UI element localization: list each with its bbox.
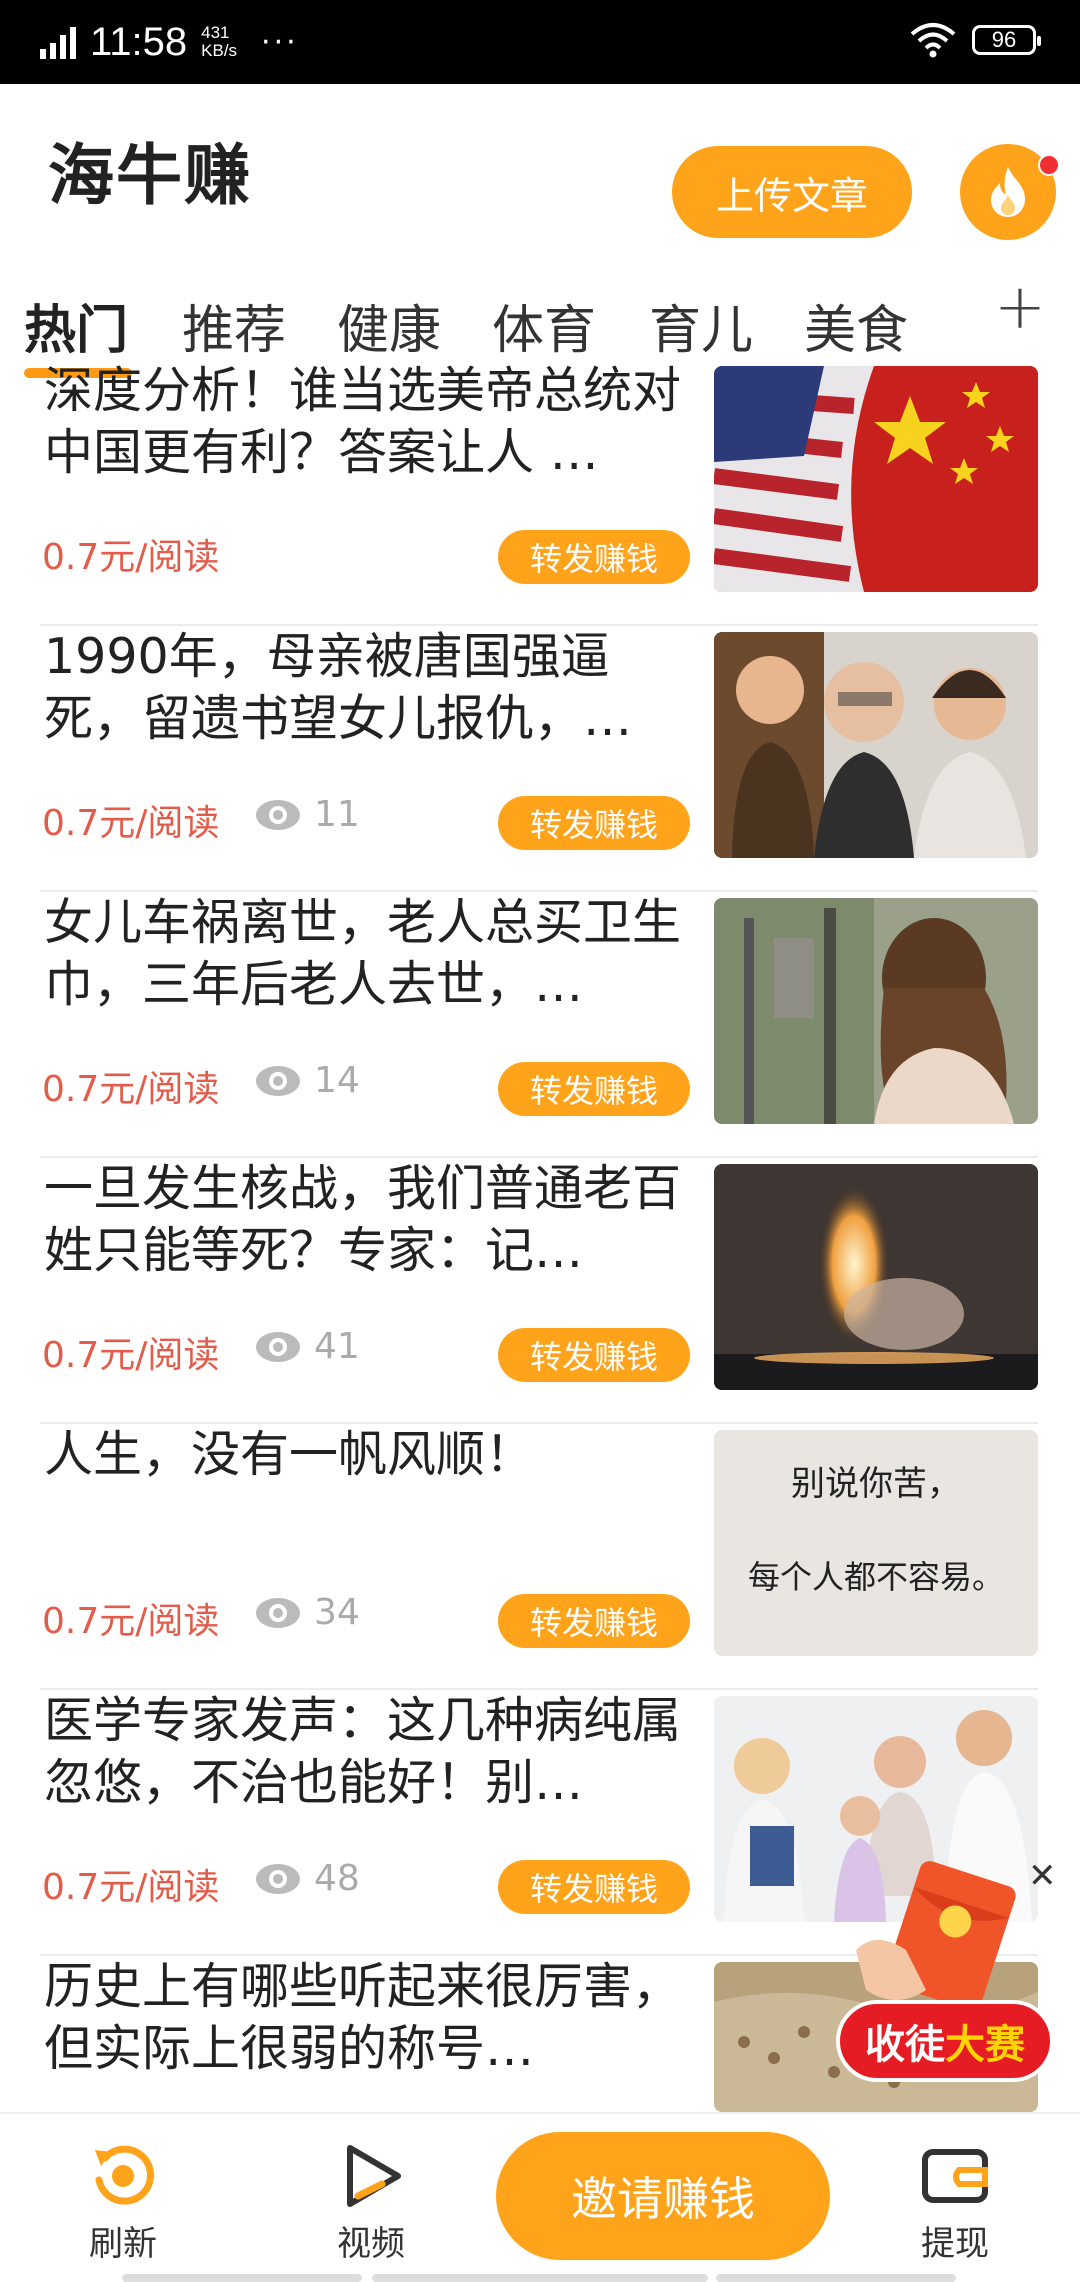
article-item[interactable]: 深度分析！谁当选美帝总统对中国更有利？答案让人 … 0.7元/阅读 转发赚钱: [40, 360, 1038, 626]
article-title[interactable]: 女儿车祸离世，老人总买卫生巾，三年后老人去世，…: [44, 892, 694, 1016]
wallet-icon: [922, 2149, 988, 2203]
nav-withdraw-label: 提现: [921, 2224, 989, 2264]
eye-icon: [256, 799, 300, 830]
share-earn-button[interactable]: 转发赚钱: [498, 1328, 690, 1382]
bottom-nav: 刷新 视频 邀请赚钱 提现: [0, 2112, 1080, 2282]
view-count-value: 14: [314, 1060, 360, 1101]
share-earn-button[interactable]: 转发赚钱: [498, 1860, 690, 1914]
view-count: 48: [254, 1858, 360, 1899]
article-thumbnail[interactable]: [714, 898, 1038, 1124]
article-thumbnail[interactable]: [714, 632, 1038, 858]
article-title[interactable]: 1990年，母亲被唐国强逼死，留遗书望女儿报仇，…: [44, 626, 694, 750]
view-count: 34: [254, 1592, 360, 1633]
tab-recommend[interactable]: 推荐: [182, 288, 286, 363]
share-earn-button[interactable]: 转发赚钱: [498, 796, 690, 850]
eye-icon: [256, 1331, 300, 1362]
calligraphy-line-2: 每个人都不容易。: [747, 1558, 1004, 1596]
view-count-value: 34: [314, 1592, 360, 1633]
promo-label-b: 大赛: [945, 2022, 1025, 2068]
eye-icon: [256, 1863, 300, 1894]
wifi-icon: [910, 23, 956, 58]
view-count: 41: [254, 1326, 360, 1367]
category-tabs: 热门 推荐 健康 体育 育儿 美食 +: [0, 234, 1080, 378]
status-bar: 11:58 431 KB/s ··· 96: [0, 0, 1080, 84]
article-price: 0.7元/阅读: [42, 1601, 220, 1642]
article-price: 0.7元/阅读: [42, 537, 220, 578]
promo-badge[interactable]: 收徒 大赛: [836, 2000, 1054, 2082]
article-item[interactable]: 1990年，母亲被唐国强逼死，留遗书望女儿报仇，… 0.7元/阅读 11 转发赚…: [40, 626, 1038, 892]
article-thumbnail[interactable]: [714, 1164, 1038, 1390]
refresh-icon: [95, 2145, 155, 2205]
article-item[interactable]: 女儿车祸离世，老人总买卫生巾，三年后老人去世，… 0.7元/阅读 14 转发赚钱: [40, 892, 1038, 1158]
notification-dot: [1038, 154, 1060, 176]
article-item[interactable]: 一旦发生核战，我们普通老百姓只能等死？专家：记… 0.7元/阅读 41 转发赚钱: [40, 1158, 1038, 1424]
tab-health[interactable]: 健康: [337, 288, 441, 363]
invite-earn-button[interactable]: 邀请赚钱: [496, 2132, 830, 2260]
tab-hot[interactable]: 热门: [24, 288, 128, 363]
article-price: 0.7元/阅读: [42, 803, 220, 844]
article-title[interactable]: 一旦发生核战，我们普通老百姓只能等死？专家：记…: [44, 1158, 694, 1282]
speed-value: 431: [201, 23, 230, 42]
speed-unit: KB/s: [201, 41, 238, 60]
article-title[interactable]: 深度分析！谁当选美帝总统对中国更有利？答案让人 …: [44, 360, 694, 484]
view-count: 11: [254, 794, 360, 835]
share-earn-button[interactable]: 转发赚钱: [498, 1594, 690, 1648]
app-header: 海牛赚 上传文章: [0, 84, 1080, 240]
view-count-value: 11: [314, 794, 360, 835]
tab-sports[interactable]: 体育: [492, 288, 596, 363]
battery-level: 96: [991, 27, 1017, 52]
view-count-value: 41: [314, 1326, 360, 1367]
article-thumbnail[interactable]: [714, 366, 1038, 592]
nav-refresh-label: 刷新: [89, 2224, 157, 2264]
promo-label-a: 收徒: [865, 2022, 945, 2068]
article-title[interactable]: 历史上有哪些听起来很厉害，但实际上很弱的称号…: [44, 1956, 694, 2080]
eye-icon: [256, 1597, 300, 1628]
article-price: 0.7元/阅读: [42, 1867, 220, 1908]
article-price: 0.7元/阅读: [42, 1069, 220, 1110]
view-count-value: 48: [314, 1858, 360, 1899]
nav-gesture-bar: [372, 2274, 708, 2282]
battery-icon: 96: [972, 25, 1041, 55]
article-thumbnail[interactable]: 别说你苦， 每个人都不容易。: [714, 1430, 1038, 1656]
app-title: 海牛赚: [48, 137, 252, 214]
nav-withdraw[interactable]: 提现: [890, 2136, 1020, 2265]
calligraphy-line-1: 别说你苦，: [791, 1464, 961, 1504]
eye-icon: [256, 1065, 300, 1096]
nav-refresh[interactable]: 刷新: [58, 2136, 188, 2265]
article-price: 0.7元/阅读: [42, 1335, 220, 1376]
nav-video-label: 视频: [337, 2224, 405, 2264]
signal-icon: [40, 25, 76, 59]
more-dots-icon: ···: [261, 24, 299, 60]
article-title[interactable]: 医学专家发声：这几种病纯属忽悠，不治也能好！别…: [44, 1690, 694, 1814]
tab-parenting[interactable]: 育儿: [649, 288, 753, 363]
add-tab-button[interactable]: +: [994, 270, 1046, 343]
tab-food[interactable]: 美食: [804, 288, 908, 363]
nav-gesture-bar: [122, 2274, 362, 2282]
share-earn-button[interactable]: 转发赚钱: [498, 1062, 690, 1116]
fire-icon: [991, 167, 1025, 217]
article-item[interactable]: 人生，没有一帆风顺！ 0.7元/阅读 34 转发赚钱 别说你苦， 每个人都不容易…: [40, 1424, 1038, 1690]
status-time: 11:58: [90, 19, 188, 64]
view-count: 14: [254, 1060, 360, 1101]
upload-article-button[interactable]: 上传文章: [672, 146, 912, 238]
nav-video[interactable]: 视频: [306, 2136, 436, 2265]
hot-button[interactable]: [960, 144, 1060, 240]
recruit-contest-promo[interactable]: 收徒 大赛: [836, 1860, 1056, 2090]
article-title[interactable]: 人生，没有一帆风顺！: [44, 1424, 694, 1486]
nav-gesture-bar: [716, 2274, 956, 2282]
network-speed: 431 KB/s: [201, 24, 237, 60]
share-earn-button[interactable]: 转发赚钱: [498, 530, 690, 584]
video-play-icon: [347, 2145, 401, 2207]
